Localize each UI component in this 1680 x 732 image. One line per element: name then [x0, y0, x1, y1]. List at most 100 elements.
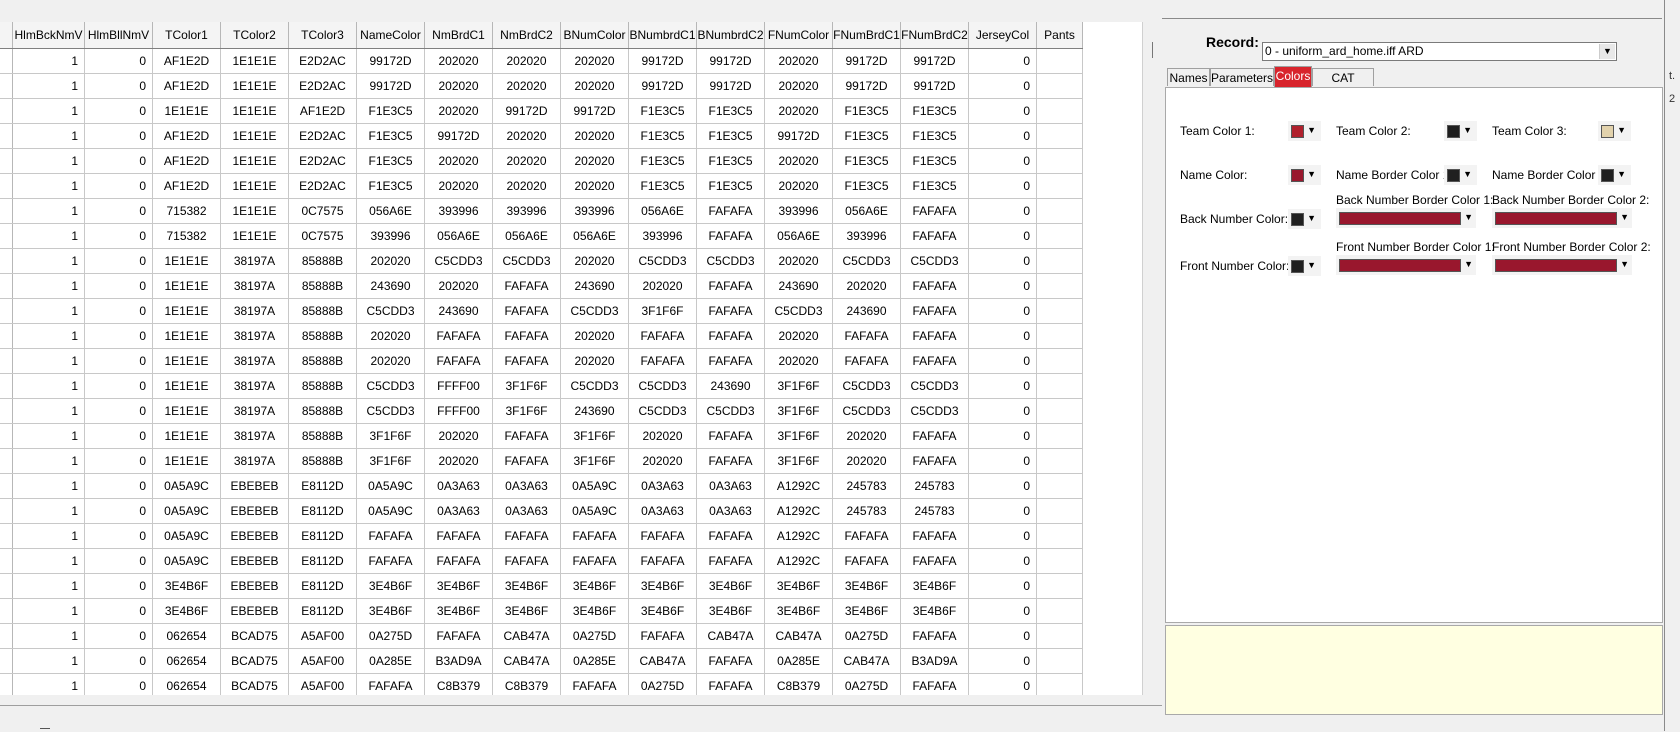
table-cell[interactable]: FAFAFA [900, 348, 969, 374]
table-row[interactable]: 1 0 0A5A9C EBEBEB E8112D 0A5A9C 0A3A63 0A3A63 0A… [0, 473, 1083, 499]
table-cell[interactable]: 1 [12, 73, 85, 99]
table-cell[interactable]: 062654 [152, 623, 221, 649]
table-cell[interactable]: 243690 [356, 273, 425, 299]
table-cell[interactable]: 1 [12, 223, 85, 249]
table-cell[interactable]: 3F1F6F [764, 398, 833, 424]
table-cell[interactable]: 1 [12, 298, 85, 324]
table-cell[interactable]: 0 [84, 673, 153, 695]
table-cell[interactable]: 1 [12, 48, 85, 74]
table-cell[interactable]: 0 [968, 673, 1037, 695]
row-selector[interactable] [0, 173, 13, 199]
table-cell[interactable]: 202020 [492, 48, 561, 74]
column-header-bnumcolor[interactable]: BNumColor [560, 22, 629, 49]
table-row[interactable]: 1 0 AF1E2D 1E1E1E E2D2AC 99172D 202020 202020 20… [0, 48, 1083, 74]
table-cell[interactable]: FAFAFA [628, 548, 697, 574]
table-cell[interactable]: BCAD75 [220, 648, 289, 674]
table-cell[interactable]: FAFAFA [832, 523, 901, 549]
table-cell[interactable]: 38197A [220, 448, 289, 474]
table-cell[interactable]: 1 [12, 173, 85, 199]
table-cell[interactable]: C5CDD3 [832, 398, 901, 424]
table-cell[interactable]: FAFAFA [628, 623, 697, 649]
table-cell[interactable]: 202020 [424, 173, 493, 199]
table-cell[interactable]: 3E4B6F [764, 573, 833, 599]
table-cell[interactable]: 0 [968, 173, 1037, 199]
table-cell[interactable]: 1 [12, 273, 85, 299]
table-cell[interactable]: E8112D [288, 548, 357, 574]
table-cell[interactable]: 056A6E [560, 223, 629, 249]
table-cell[interactable]: 056A6E [424, 223, 493, 249]
table-cell[interactable]: 245783 [832, 498, 901, 524]
table-cell[interactable] [1036, 198, 1083, 224]
table-cell[interactable]: F1E3C5 [832, 173, 901, 199]
table-cell[interactable]: FAFAFA [696, 523, 765, 549]
table-cell[interactable]: 202020 [832, 273, 901, 299]
table-cell[interactable]: 1E1E1E [220, 73, 289, 99]
table-cell[interactable]: FAFAFA [492, 548, 561, 574]
table-cell[interactable]: 1E1E1E [152, 373, 221, 399]
table-cell[interactable]: FAFAFA [628, 348, 697, 374]
table-cell[interactable]: 85888B [288, 298, 357, 324]
table-cell[interactable]: 0A285E [560, 648, 629, 674]
table-cell[interactable]: C5CDD3 [696, 248, 765, 274]
table-cell[interactable]: 0A5A9C [560, 473, 629, 499]
table-cell[interactable]: 393996 [492, 198, 561, 224]
table-cell[interactable]: F1E3C5 [696, 173, 765, 199]
table-cell[interactable]: 38197A [220, 423, 289, 449]
table-cell[interactable] [1036, 598, 1083, 624]
table-row[interactable]: 1 0 1E1E1E 38197A 85888B 243690 202020 FAFAFA 24… [0, 273, 1083, 299]
table-row[interactable]: 1 0 062654 BCAD75 A5AF00 0A285E B3AD9A CAB47A 0A… [0, 648, 1083, 674]
table-cell[interactable]: 99172D [832, 48, 901, 74]
table-cell[interactable]: EBEBEB [220, 473, 289, 499]
table-row[interactable]: 1 0 1E1E1E 38197A 85888B 202020 C5CDD3 C5CDD3 20… [0, 248, 1083, 274]
table-cell[interactable]: A5AF00 [288, 623, 357, 649]
table-cell[interactable]: 202020 [560, 248, 629, 274]
table-cell[interactable]: 3E4B6F [628, 573, 697, 599]
table-cell[interactable]: 0 [968, 423, 1037, 449]
table-row[interactable]: 1 0 715382 1E1E1E 0C7575 393996 056A6E 056A6E 05… [0, 223, 1083, 249]
table-cell[interactable]: 99172D [356, 48, 425, 74]
table-cell[interactable]: 3E4B6F [492, 598, 561, 624]
table-cell[interactable]: 243690 [696, 373, 765, 399]
table-cell[interactable] [1036, 73, 1083, 99]
splitter[interactable] [1142, 22, 1163, 695]
table-cell[interactable]: 3E4B6F [696, 598, 765, 624]
table-cell[interactable]: 0 [968, 323, 1037, 349]
table-cell[interactable]: A5AF00 [288, 648, 357, 674]
table-cell[interactable]: 0 [968, 223, 1037, 249]
table-cell[interactable]: F1E3C5 [356, 173, 425, 199]
table-cell[interactable]: CAB47A [764, 623, 833, 649]
table-cell[interactable]: 99172D [832, 73, 901, 99]
table-cell[interactable]: CAB47A [832, 648, 901, 674]
table-cell[interactable]: 1 [12, 648, 85, 674]
table-cell[interactable]: 1 [12, 148, 85, 174]
table-row[interactable]: 1 0 1E1E1E 38197A 85888B 202020 FAFAFA FAFAFA 20… [0, 323, 1083, 349]
table-cell[interactable]: FAFAFA [628, 523, 697, 549]
table-cell[interactable]: C5CDD3 [492, 248, 561, 274]
table-cell[interactable]: 0A5A9C [356, 498, 425, 524]
table-cell[interactable]: FAFAFA [900, 548, 969, 574]
table-cell[interactable]: 3F1F6F [356, 448, 425, 474]
table-cell[interactable]: 0 [84, 198, 153, 224]
table-cell[interactable]: 3E4B6F [560, 598, 629, 624]
table-cell[interactable]: 0A5A9C [152, 473, 221, 499]
row-selector[interactable] [0, 648, 13, 674]
table-cell[interactable]: 3E4B6F [560, 573, 629, 599]
back-number-color-picker[interactable]: ▼ [1288, 209, 1321, 229]
table-cell[interactable]: 0 [84, 398, 153, 424]
table-cell[interactable]: AF1E2D [152, 123, 221, 149]
row-selector[interactable] [0, 573, 13, 599]
table-cell[interactable]: C5CDD3 [356, 373, 425, 399]
table-cell[interactable]: 1 [12, 598, 85, 624]
table-cell[interactable]: 0 [968, 73, 1037, 99]
table-cell[interactable]: 0 [84, 523, 153, 549]
table-cell[interactable]: 99172D [628, 48, 697, 74]
table-cell[interactable]: FAFAFA [356, 523, 425, 549]
table-cell[interactable]: 3E4B6F [832, 573, 901, 599]
table-cell[interactable]: 0 [84, 323, 153, 349]
table-cell[interactable]: 715382 [152, 198, 221, 224]
table-cell[interactable]: 393996 [832, 223, 901, 249]
table-cell[interactable]: 243690 [832, 298, 901, 324]
table-cell[interactable]: FAFAFA [696, 448, 765, 474]
row-selector[interactable] [0, 273, 13, 299]
table-cell[interactable]: 0 [968, 373, 1037, 399]
